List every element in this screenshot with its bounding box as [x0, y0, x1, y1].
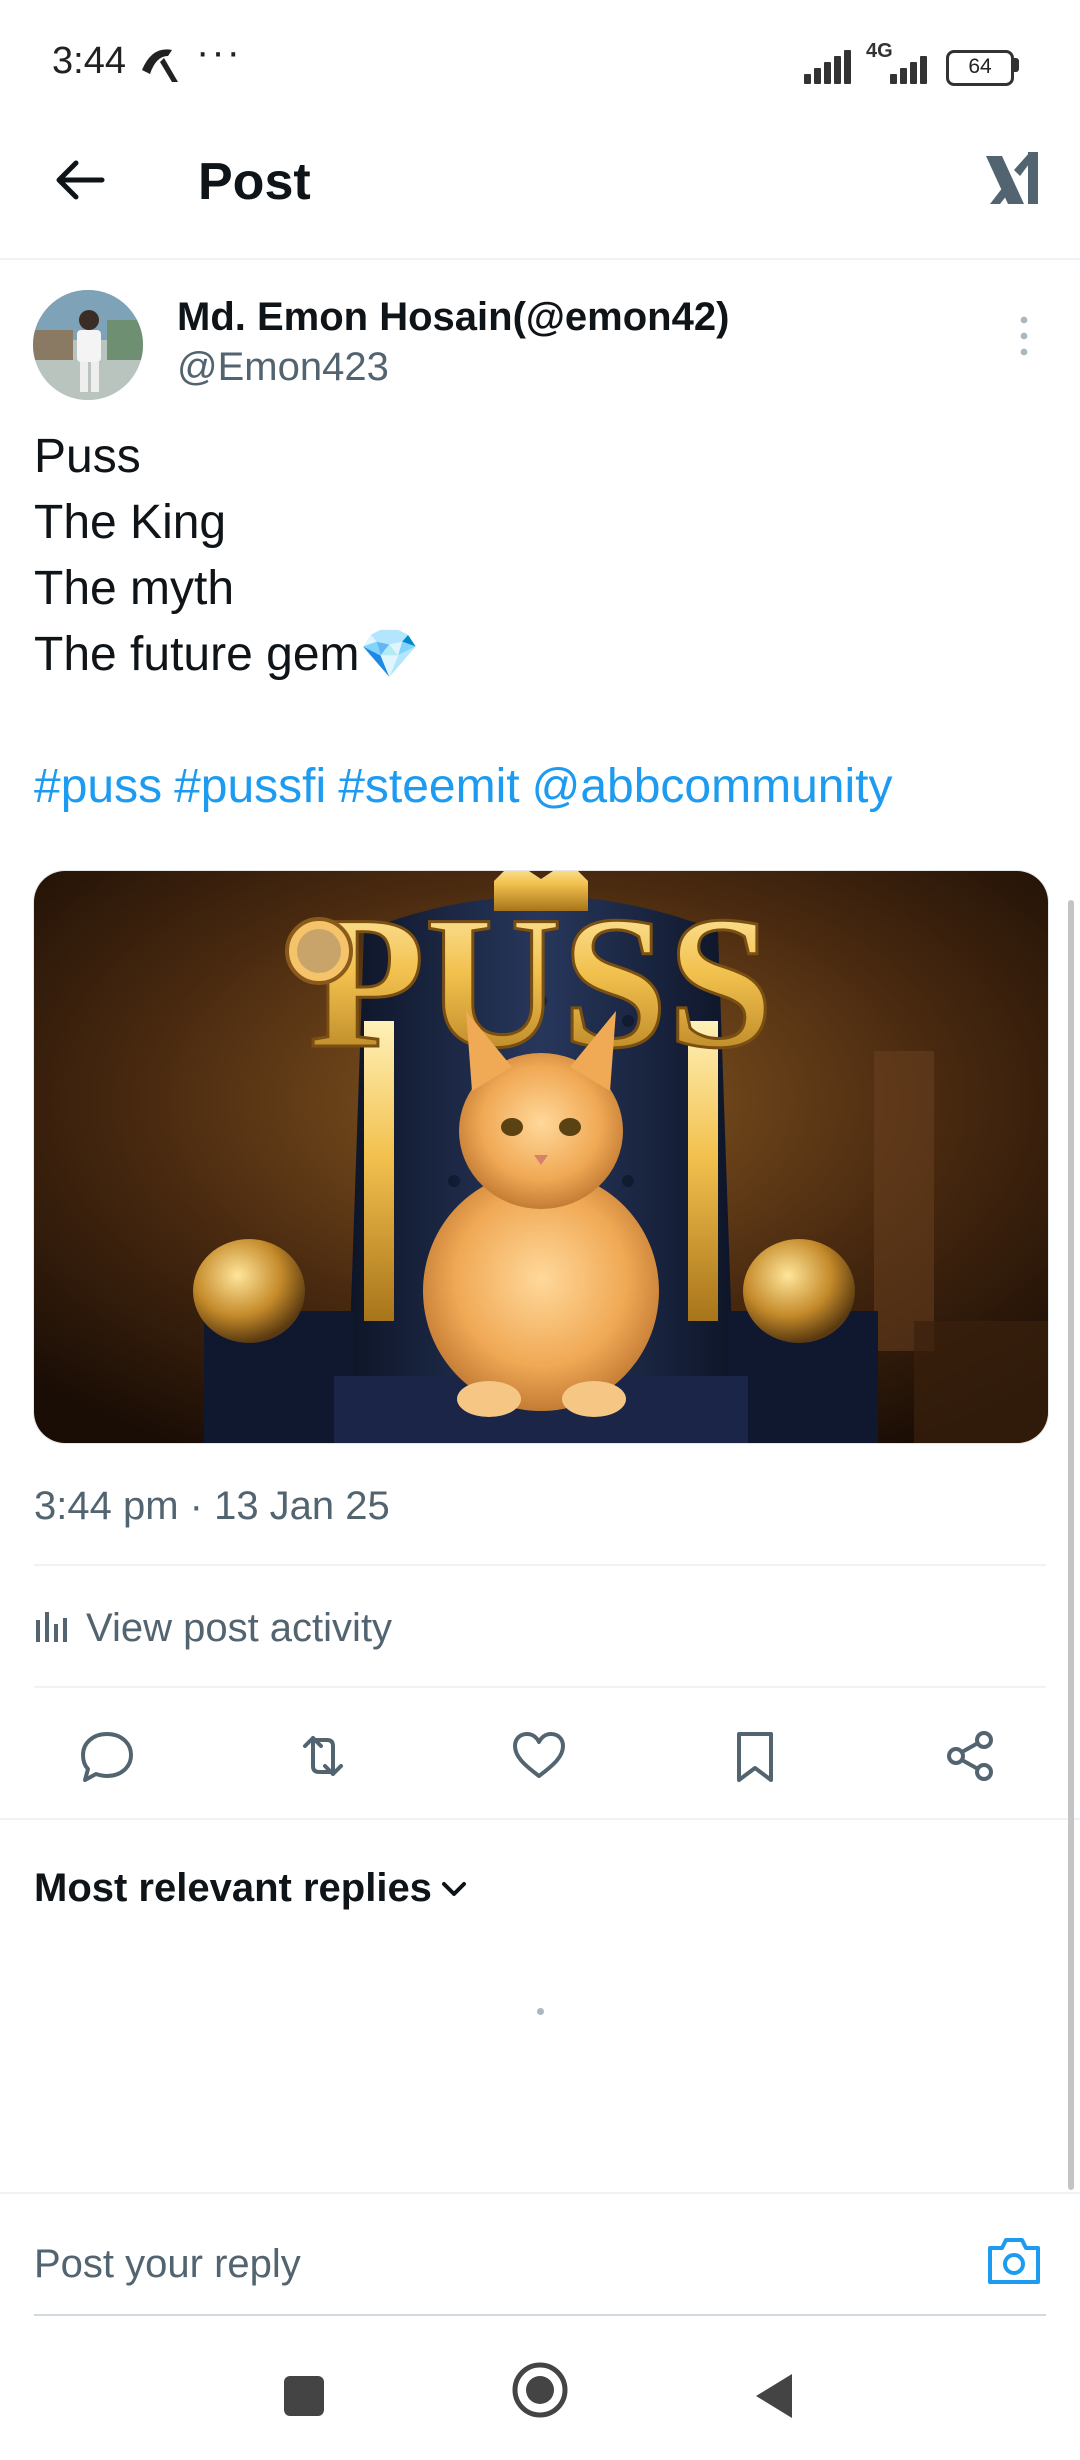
status-time: 3:44: [52, 40, 126, 82]
back-button[interactable]: [752, 2370, 796, 2422]
hashtag-link[interactable]: #pussfi: [174, 760, 326, 813]
reply-icon[interactable]: [77, 1726, 137, 1786]
app-header: [0, 130, 1080, 260]
share-icon[interactable]: [940, 1726, 1000, 1786]
post-timestamp: 3:44 pm · 13 Jan 25: [34, 1484, 390, 1528]
arrow-left-icon[interactable]: [50, 150, 110, 210]
avatar[interactable]: [33, 290, 143, 400]
view-post-activity-label: View post activity: [86, 1606, 393, 1650]
battery-nub: [1014, 58, 1019, 72]
post-hashtags: #puss #pussfi #steemit @abbcommunity: [34, 754, 1044, 820]
replies-sort-toggle[interactable]: Most relevant replies: [34, 1858, 432, 1918]
network-type-label: 4G: [866, 40, 893, 62]
home-button[interactable]: [510, 2360, 570, 2420]
author-name[interactable]: Md. Emon Hosain(@emon42): [177, 292, 729, 342]
battery-icon: 64: [946, 50, 1014, 86]
x-logo-icon[interactable]: [984, 148, 1044, 210]
scrollbar[interactable]: [1068, 900, 1074, 2190]
more-options-icon[interactable]: [1012, 314, 1036, 358]
divider: [34, 1564, 1046, 1566]
divider: [0, 1818, 1080, 1820]
reply-input[interactable]: Post your reply: [34, 2234, 301, 2294]
status-bar: 3:44 ··· 4G 64: [0, 0, 1080, 130]
post-media-image[interactable]: PUSS: [33, 870, 1049, 1444]
status-overflow-indicator: ···: [196, 30, 242, 74]
carrier-icon: [142, 49, 178, 82]
divider: [34, 1686, 1046, 1688]
author-handle[interactable]: @Emon423: [177, 342, 389, 392]
reply-input-underline: [34, 2314, 1046, 2316]
analytics-bar-icon: [36, 1612, 67, 1642]
chevron-down-icon[interactable]: [436, 1872, 472, 1908]
recent-apps-button[interactable]: [284, 2376, 324, 2416]
page-title: Post: [198, 153, 311, 211]
camera-icon[interactable]: [984, 2232, 1044, 2288]
hashtag-link[interactable]: #steemit: [338, 760, 519, 813]
mention-link[interactable]: @abbcommunity: [532, 760, 893, 813]
bookmark-icon[interactable]: [725, 1726, 785, 1786]
post-text: Puss The King The myth The future gem💎: [34, 430, 420, 681]
battery-level: 64: [968, 55, 992, 78]
repost-icon[interactable]: [293, 1726, 353, 1786]
signal-strength-icon-secondary: [890, 44, 942, 84]
hashtag-link[interactable]: #puss: [34, 760, 162, 813]
loading-indicator: [537, 2008, 544, 2015]
puss-cat-throne-image: PUSS: [34, 871, 1048, 1443]
like-icon[interactable]: [509, 1726, 569, 1786]
signal-strength-icon: [804, 44, 856, 84]
avatar-image: [33, 290, 143, 400]
